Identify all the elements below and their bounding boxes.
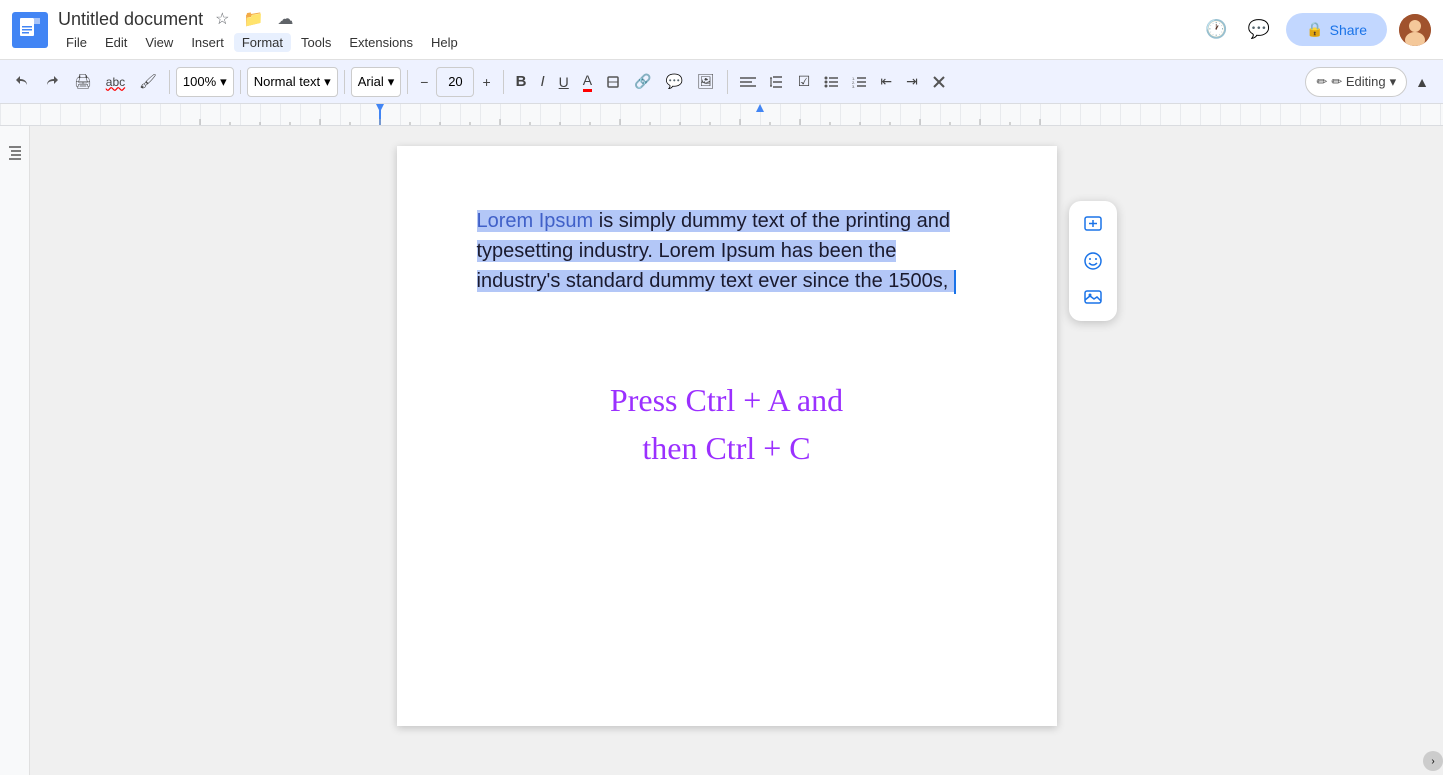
handwritten-text: Press Ctrl + A and then Ctrl + C bbox=[477, 376, 977, 472]
text-style-value: Normal text bbox=[254, 74, 320, 89]
indent-decrease-button[interactable]: ⇤ bbox=[874, 66, 898, 98]
clear-format-button[interactable] bbox=[926, 66, 952, 98]
zoom-select[interactable]: 100% ▾ bbox=[176, 67, 234, 97]
divider-6 bbox=[727, 70, 728, 94]
indent-increase-button[interactable]: ⇥ bbox=[900, 66, 924, 98]
spellcheck-button[interactable]: abc bbox=[100, 66, 131, 98]
image-fab[interactable] bbox=[1077, 281, 1109, 313]
paint-format-button[interactable]: 🖌 bbox=[133, 66, 163, 98]
share-lock-icon: 🔒 bbox=[1306, 21, 1323, 38]
title-area: Untitled document ☆ 📁 ☁ File Edit View I… bbox=[58, 7, 1201, 52]
handwritten-line1: Press Ctrl + A and bbox=[477, 376, 977, 424]
divider-1 bbox=[169, 70, 170, 94]
lorem-ipsum-highlight: Lorem Ipsum bbox=[477, 210, 594, 232]
title-icons: ☆ 📁 ☁ bbox=[211, 7, 297, 31]
underline-button[interactable]: U bbox=[553, 66, 575, 98]
undo-button[interactable] bbox=[8, 66, 36, 98]
divider-5 bbox=[503, 70, 504, 94]
bullet-list-button[interactable] bbox=[818, 66, 844, 98]
folder-button[interactable]: 📁 bbox=[239, 7, 267, 31]
ruler-inner bbox=[0, 104, 1443, 125]
right-panel: › bbox=[1423, 126, 1443, 775]
decrease-font-button[interactable]: − bbox=[414, 66, 434, 98]
print-button[interactable]: 🖨 bbox=[68, 66, 98, 98]
line-spacing-button[interactable] bbox=[764, 66, 790, 98]
checklist-button[interactable]: ☑ bbox=[792, 66, 817, 98]
editing-mode-select[interactable]: ✏ ✏ Editing ▾ bbox=[1305, 67, 1407, 97]
title-bar: Untitled document ☆ 📁 ☁ File Edit View I… bbox=[0, 0, 1443, 60]
menu-format[interactable]: Format bbox=[234, 33, 291, 52]
menu-file[interactable]: File bbox=[58, 33, 95, 52]
font-color-button[interactable]: A bbox=[577, 66, 598, 98]
menu-edit[interactable]: Edit bbox=[97, 33, 135, 52]
divider-4 bbox=[407, 70, 408, 94]
scroll-bottom-arrow[interactable]: › bbox=[1423, 751, 1443, 771]
outline-button[interactable] bbox=[0, 136, 30, 168]
zoom-arrow: ▾ bbox=[220, 74, 227, 90]
text-style-arrow: ▾ bbox=[324, 74, 331, 90]
ruler bbox=[0, 104, 1443, 126]
divider-2 bbox=[240, 70, 241, 94]
image-button[interactable]: 🖼 bbox=[691, 66, 721, 98]
handwritten-line2: then Ctrl + C bbox=[477, 424, 977, 472]
document-page[interactable]: Lorem Ipsum is simply dummy text of the … bbox=[397, 146, 1057, 726]
share-button[interactable]: 🔒 Share bbox=[1286, 13, 1387, 46]
history-button[interactable]: 🕐 bbox=[1201, 15, 1231, 44]
pencil-icon: ✏ bbox=[1316, 74, 1327, 90]
star-button[interactable]: ☆ bbox=[211, 7, 233, 31]
editing-mode-label: ✏ Editing bbox=[1331, 74, 1385, 90]
docs-logo bbox=[12, 12, 48, 48]
fab-panel bbox=[1069, 201, 1117, 321]
emoji-fab[interactable] bbox=[1077, 245, 1109, 277]
avatar bbox=[1399, 14, 1431, 46]
italic-button[interactable]: I bbox=[534, 66, 550, 98]
numbered-list-button[interactable]: 1.2.3. bbox=[846, 66, 872, 98]
highlight-button[interactable] bbox=[600, 66, 626, 98]
text-cursor bbox=[954, 270, 956, 294]
comments-button[interactable]: 💬 bbox=[1244, 15, 1274, 44]
menu-tools[interactable]: Tools bbox=[293, 33, 339, 52]
align-button[interactable] bbox=[734, 66, 762, 98]
text-style-select[interactable]: Normal text ▾ bbox=[247, 67, 338, 97]
doc-area[interactable]: Lorem Ipsum is simply dummy text of the … bbox=[30, 126, 1423, 775]
header-right: 🕐 💬 🔒 Share bbox=[1201, 13, 1431, 46]
font-select[interactable]: Arial ▾ bbox=[351, 67, 402, 97]
cloud-button[interactable]: ☁ bbox=[273, 7, 297, 31]
svg-text:3.: 3. bbox=[852, 84, 855, 88]
left-panel bbox=[0, 126, 30, 775]
menu-extensions[interactable]: Extensions bbox=[341, 33, 421, 52]
toolbar: 🖨 abc 🖌 100% ▾ Normal text ▾ Arial ▾ − 2… bbox=[0, 60, 1443, 104]
menu-help[interactable]: Help bbox=[423, 33, 466, 52]
comment-button[interactable]: 💬 bbox=[660, 66, 689, 98]
divider-3 bbox=[344, 70, 345, 94]
font-value: Arial bbox=[358, 74, 384, 89]
menu-view[interactable]: View bbox=[137, 33, 181, 52]
increase-font-button[interactable]: + bbox=[476, 66, 496, 98]
editing-arrow: ▾ bbox=[1390, 74, 1397, 90]
main-area: Lorem Ipsum is simply dummy text of the … bbox=[0, 126, 1443, 775]
text-content: Lorem Ipsum is simply dummy text of the … bbox=[477, 206, 977, 296]
menu-bar: File Edit View Insert Format Tools Exten… bbox=[58, 33, 1201, 52]
font-size-box[interactable]: 20 bbox=[436, 67, 474, 97]
zoom-value: 100% bbox=[183, 74, 216, 89]
page-wrapper: Lorem Ipsum is simply dummy text of the … bbox=[397, 146, 1057, 726]
expand-toolbar-button[interactable]: ▲ bbox=[1409, 66, 1435, 98]
font-size-value: 20 bbox=[448, 74, 462, 89]
menu-insert[interactable]: Insert bbox=[183, 33, 232, 52]
redo-button[interactable] bbox=[38, 66, 66, 98]
doc-title[interactable]: Untitled document bbox=[58, 9, 203, 30]
bold-button[interactable]: B bbox=[510, 66, 533, 98]
add-comment-fab[interactable] bbox=[1077, 209, 1109, 241]
link-button[interactable]: 🔗 bbox=[628, 66, 657, 98]
doc-title-row: Untitled document ☆ 📁 ☁ bbox=[58, 7, 1201, 31]
share-label: Share bbox=[1330, 22, 1367, 38]
font-arrow: ▾ bbox=[388, 74, 395, 90]
